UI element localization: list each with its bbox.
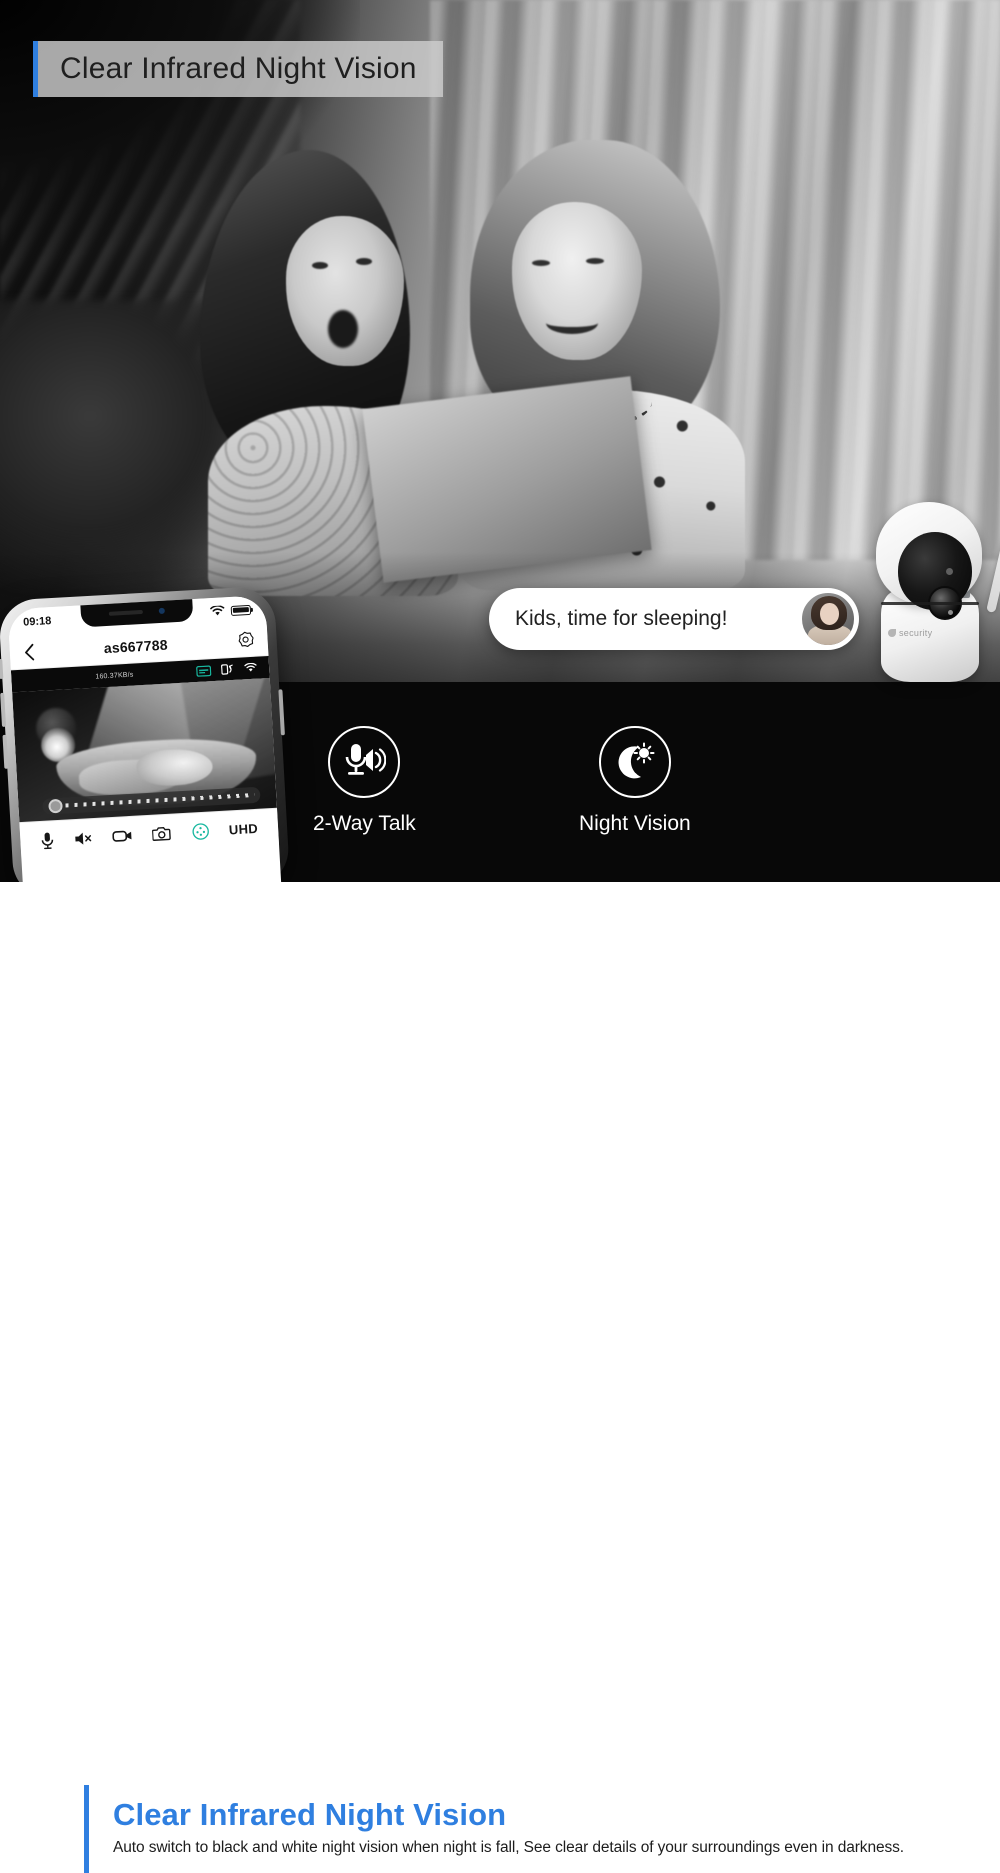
screen-rotate-icon[interactable] — [221, 663, 235, 676]
caption-title: Clear Infrared Night Vision — [113, 1797, 507, 1832]
phone-screen: 09:18 as667788 160.37KB/s UHD — [7, 595, 282, 882]
speaker-mute-icon[interactable] — [74, 830, 93, 847]
front-camera-icon — [158, 607, 165, 615]
girl-right-eye — [586, 258, 604, 264]
camera-head — [876, 502, 982, 620]
phone-mockup: 09:18 as667788 160.37KB/s UHD — [0, 585, 291, 882]
camera-microphone-hole — [948, 610, 953, 615]
speech-bubble: Kids, time for sleeping! — [489, 588, 859, 650]
feature-night-vision: Night Vision — [579, 726, 691, 836]
video-record-icon[interactable] — [112, 829, 133, 843]
ip-camera-device: security — [862, 478, 1000, 688]
status-time: 09:18 — [22, 614, 52, 629]
feature-label: 2-Way Talk — [313, 812, 416, 835]
wifi-icon — [210, 605, 225, 616]
phone-body: 09:18 as667788 160.37KB/s UHD — [0, 585, 291, 882]
girl-left-eye — [356, 258, 372, 265]
phone-mute-switch[interactable] — [0, 658, 4, 680]
shield-logo-icon — [888, 629, 896, 637]
quality-uhd-button[interactable]: UHD — [228, 821, 258, 838]
hero-image: Clear Infrared Night Vision 2-Way Talk N… — [0, 0, 1000, 882]
ir-led-icon — [946, 568, 953, 575]
seek-handle-icon[interactable] — [48, 798, 63, 814]
chevron-left-icon[interactable] — [23, 643, 35, 662]
feature-label: Night Vision — [579, 812, 691, 835]
woman-avatar-photo — [800, 591, 856, 647]
ptz-direction-icon[interactable] — [191, 823, 209, 841]
camera-seam — [881, 602, 979, 605]
antenna-icon — [986, 484, 1000, 614]
camera-brand-text: security — [899, 628, 933, 638]
bitrate-label: 160.37KB/s — [95, 671, 134, 681]
phone-notch — [80, 597, 194, 628]
battery-full-icon — [230, 604, 252, 616]
gear-icon[interactable] — [236, 631, 254, 649]
camera-snapshot-icon[interactable] — [152, 826, 172, 842]
feature-2-way-talk: 2-Way Talk — [313, 726, 416, 836]
caption-accent-bar — [84, 1785, 89, 1873]
caption-subtitle: Auto switch to black and white night vis… — [113, 1839, 904, 1856]
sd-card-icon[interactable] — [196, 664, 212, 677]
camera-brand-logo: security — [888, 628, 972, 638]
avatar-face — [820, 603, 839, 625]
phone-volume-down-button[interactable] — [2, 734, 9, 769]
girl-right-smile — [546, 312, 598, 334]
mic-speaker-icon — [328, 726, 401, 798]
status-indicators — [210, 604, 252, 617]
girl-right-face — [512, 202, 642, 360]
camera-lens-face — [898, 532, 972, 620]
speech-bubble-message: Kids, time for sleeping! — [515, 607, 728, 630]
microphone-icon[interactable] — [40, 831, 55, 850]
caption-section: Clear Infrared Night Vision Auto switch … — [0, 882, 1000, 1873]
device-name-title: as667788 — [103, 636, 169, 656]
girl-left-mouth — [328, 310, 358, 348]
wifi-icon — [244, 662, 257, 672]
live-video-feed[interactable] — [12, 677, 277, 823]
moon-sun-icon — [598, 726, 671, 798]
earpiece-speaker — [108, 609, 143, 616]
hero-banner: Clear Infrared Night Vision — [33, 41, 443, 97]
seek-track[interactable] — [65, 793, 255, 808]
girl-left-eye — [312, 262, 328, 269]
girl-right-eye — [532, 260, 550, 266]
phone-volume-up-button[interactable] — [0, 692, 7, 727]
hero-banner-title: Clear Infrared Night Vision — [60, 52, 417, 85]
